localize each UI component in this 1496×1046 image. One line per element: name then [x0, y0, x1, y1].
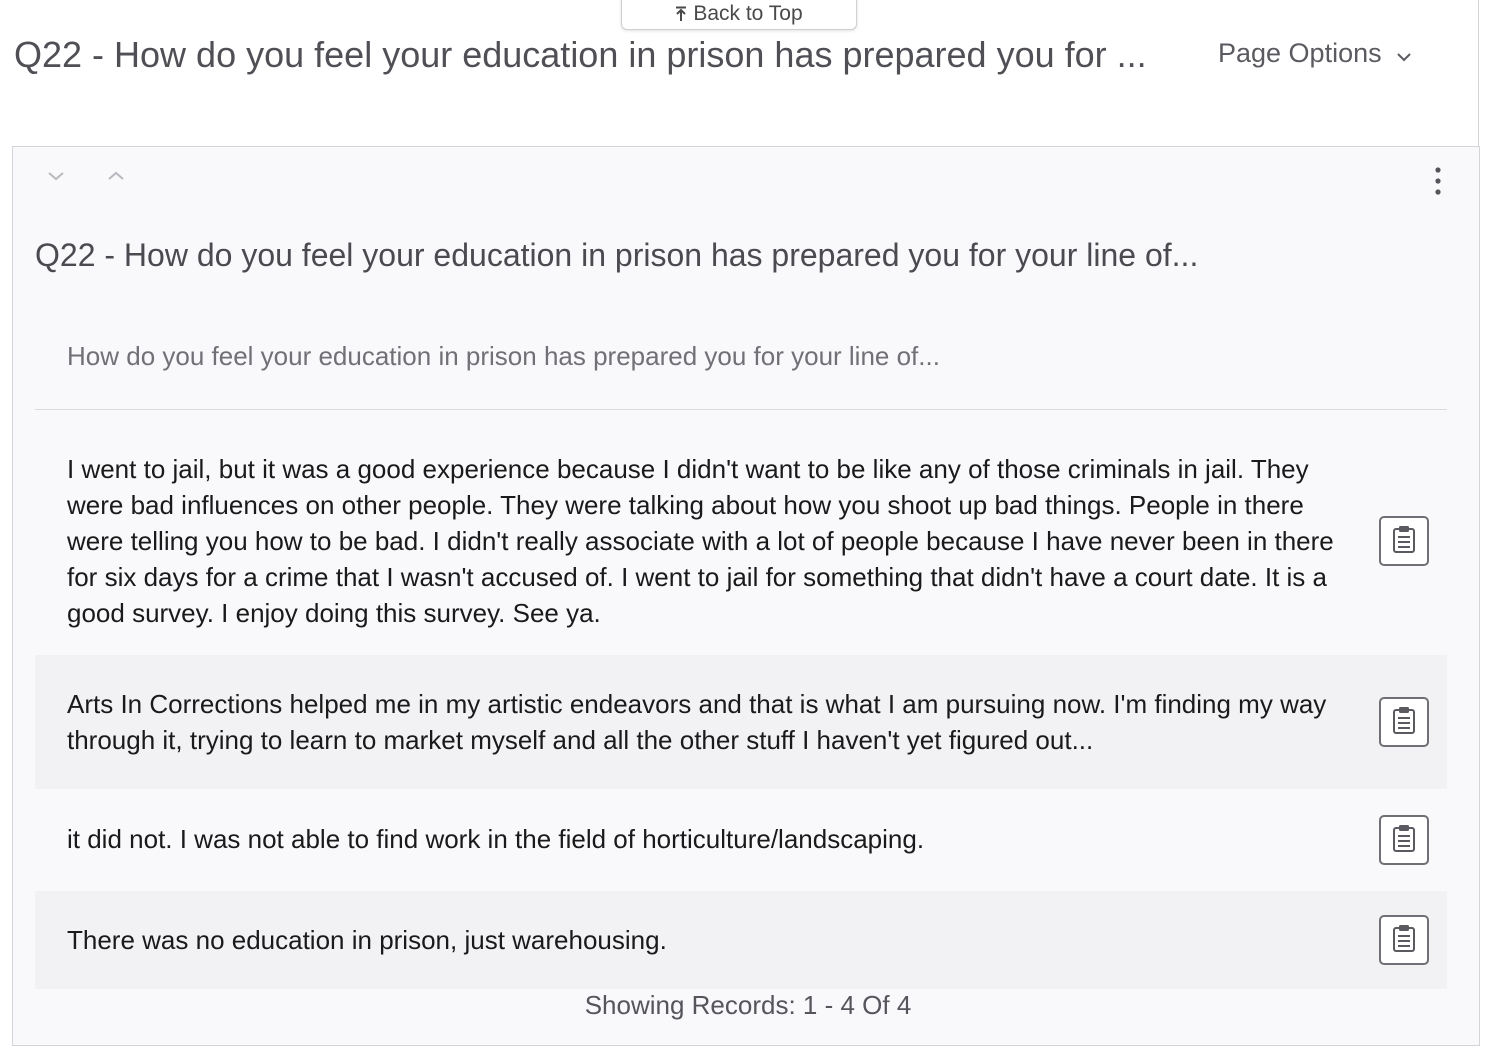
- records-count: Showing Records: 1 - 4 Of 4: [584, 990, 912, 1020]
- page-header: Q22 - How do you feel your education in …: [0, 0, 1479, 146]
- response-text: Arts In Corrections helped me in my arti…: [67, 689, 1327, 755]
- chevron-down-icon: [46, 169, 66, 187]
- move-up-button[interactable]: [101, 163, 131, 193]
- move-down-button[interactable]: [41, 163, 71, 193]
- clipboard-icon: [1393, 706, 1415, 739]
- clipboard-icon: [1393, 824, 1415, 857]
- response-text: I went to jail, but it was a good experi…: [67, 454, 1334, 628]
- chevron-down-icon: [1396, 38, 1412, 69]
- divider: [35, 409, 1447, 410]
- page-options-label: Page Options: [1218, 38, 1382, 68]
- copy-response-button[interactable]: [1379, 815, 1429, 865]
- response-row: it did not. I was not able to find work …: [35, 791, 1447, 887]
- response-row: Arts In Corrections helped me in my arti…: [35, 655, 1447, 789]
- response-text: it did not. I was not able to find work …: [67, 824, 925, 854]
- page-title: Q22 - How do you feel your education in …: [14, 34, 1144, 75]
- clipboard-icon: [1393, 525, 1415, 558]
- copy-response-button[interactable]: [1379, 697, 1429, 747]
- response-row: I went to jail, but it was a good experi…: [35, 430, 1447, 652]
- response-text: There was no education in prison, just w…: [67, 925, 667, 955]
- question-title: Q22 - How do you feel your education in …: [35, 237, 1199, 273]
- clipboard-icon: [1393, 924, 1415, 957]
- copy-response-button[interactable]: [1379, 915, 1429, 965]
- page-options-dropdown[interactable]: Page Options: [1218, 38, 1412, 69]
- chevron-up-icon: [106, 169, 126, 187]
- question-text: How do you feel your education in prison…: [67, 341, 940, 371]
- response-row: There was no education in prison, just w…: [35, 891, 1447, 989]
- question-card: Q22 - How do you feel your education in …: [12, 146, 1480, 1046]
- copy-response-button[interactable]: [1379, 516, 1429, 566]
- more-options-button[interactable]: [1423, 163, 1453, 203]
- kebab-menu-icon: [1435, 166, 1441, 201]
